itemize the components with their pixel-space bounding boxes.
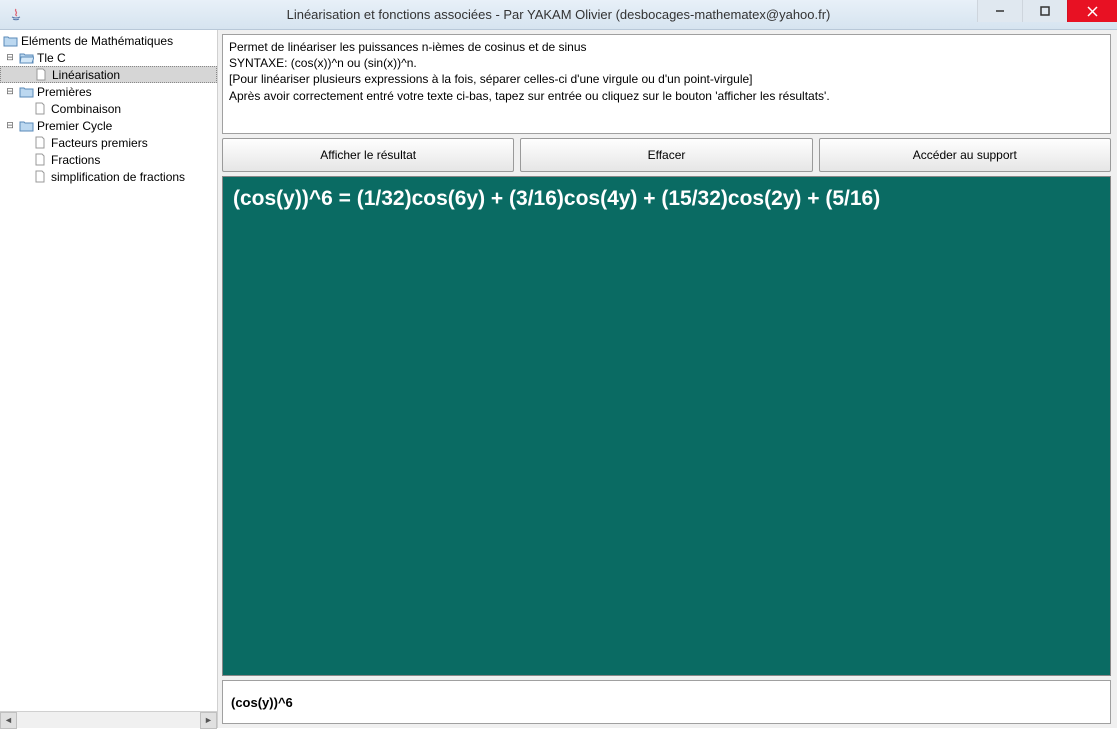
tree-label: Fractions	[51, 153, 100, 167]
tree-leaf-linearisation[interactable]: Linéarisation	[0, 66, 217, 83]
scroll-left-icon[interactable]: ◄	[0, 712, 17, 729]
tree-label: Tle C	[37, 51, 66, 65]
support-button[interactable]: Accéder au support	[819, 138, 1111, 172]
description-line: Permet de linéariser les puissances n-iè…	[229, 39, 1104, 55]
main-area: Eléments de Mathématiques ⊟ Tle C Linéar…	[0, 30, 1117, 728]
expression-input[interactable]	[222, 680, 1111, 724]
folder-open-icon	[18, 51, 34, 65]
description-line: SYNTAXE: (cos(x))^n ou (sin(x))^n.	[229, 55, 1104, 71]
button-row: Afficher le résultat Effacer Accéder au …	[222, 138, 1111, 172]
horizontal-scrollbar[interactable]: ◄ ►	[0, 711, 217, 728]
tree-node-premieres[interactable]: ⊟ Premières	[0, 83, 217, 100]
show-result-button[interactable]: Afficher le résultat	[222, 138, 514, 172]
tree-node-tlec[interactable]: ⊟ Tle C	[0, 49, 217, 66]
file-icon	[32, 170, 48, 184]
tree-root[interactable]: Eléments de Mathématiques	[0, 32, 217, 49]
tree-label: Linéarisation	[52, 68, 120, 82]
minimize-button[interactable]	[977, 0, 1022, 22]
window-title: Linéarisation et fonctions associées - P…	[0, 7, 1117, 22]
titlebar: Linéarisation et fonctions associées - P…	[0, 0, 1117, 30]
folder-icon	[18, 85, 34, 99]
tree-label: Combinaison	[51, 102, 121, 116]
window-controls	[977, 0, 1117, 29]
tree-leaf-facteurs[interactable]: Facteurs premiers	[0, 134, 217, 151]
toggle-icon[interactable]: ⊟	[4, 52, 16, 63]
file-icon	[32, 136, 48, 150]
clear-button[interactable]: Effacer	[520, 138, 812, 172]
java-icon	[8, 7, 24, 23]
tree-label: Eléments de Mathématiques	[21, 34, 173, 48]
close-button[interactable]	[1067, 0, 1117, 22]
tree-leaf-fractions[interactable]: Fractions	[0, 151, 217, 168]
tree-label: Premier Cycle	[37, 119, 112, 133]
file-icon	[33, 68, 49, 82]
tree-leaf-combinaison[interactable]: Combinaison	[0, 100, 217, 117]
tree-node-premier-cycle[interactable]: ⊟ Premier Cycle	[0, 117, 217, 134]
tree-leaf-simplification[interactable]: simplification de fractions	[0, 168, 217, 185]
description-line: [Pour linéariser plusieurs expressions à…	[229, 71, 1104, 87]
toggle-icon[interactable]: ⊟	[4, 120, 16, 131]
tree-label: simplification de fractions	[51, 170, 185, 184]
file-icon	[32, 102, 48, 116]
sidebar: Eléments de Mathématiques ⊟ Tle C Linéar…	[0, 30, 218, 728]
result-area: (cos(y))^6 = (1/32)cos(6y) + (3/16)cos(4…	[222, 176, 1111, 676]
toggle-icon[interactable]: ⊟	[4, 86, 16, 97]
tree[interactable]: Eléments de Mathématiques ⊟ Tle C Linéar…	[0, 30, 217, 711]
tree-label: Premières	[37, 85, 92, 99]
description-line: Après avoir correctement entré votre tex…	[229, 88, 1104, 104]
tree-label: Facteurs premiers	[51, 136, 148, 150]
content-panel: Permet de linéariser les puissances n-iè…	[218, 30, 1117, 728]
description-box: Permet de linéariser les puissances n-iè…	[222, 34, 1111, 134]
folder-icon	[2, 34, 18, 48]
folder-icon	[18, 119, 34, 133]
scroll-right-icon[interactable]: ►	[200, 712, 217, 729]
file-icon	[32, 153, 48, 167]
result-text: (cos(y))^6 = (1/32)cos(6y) + (3/16)cos(4…	[233, 187, 880, 210]
maximize-button[interactable]	[1022, 0, 1067, 22]
